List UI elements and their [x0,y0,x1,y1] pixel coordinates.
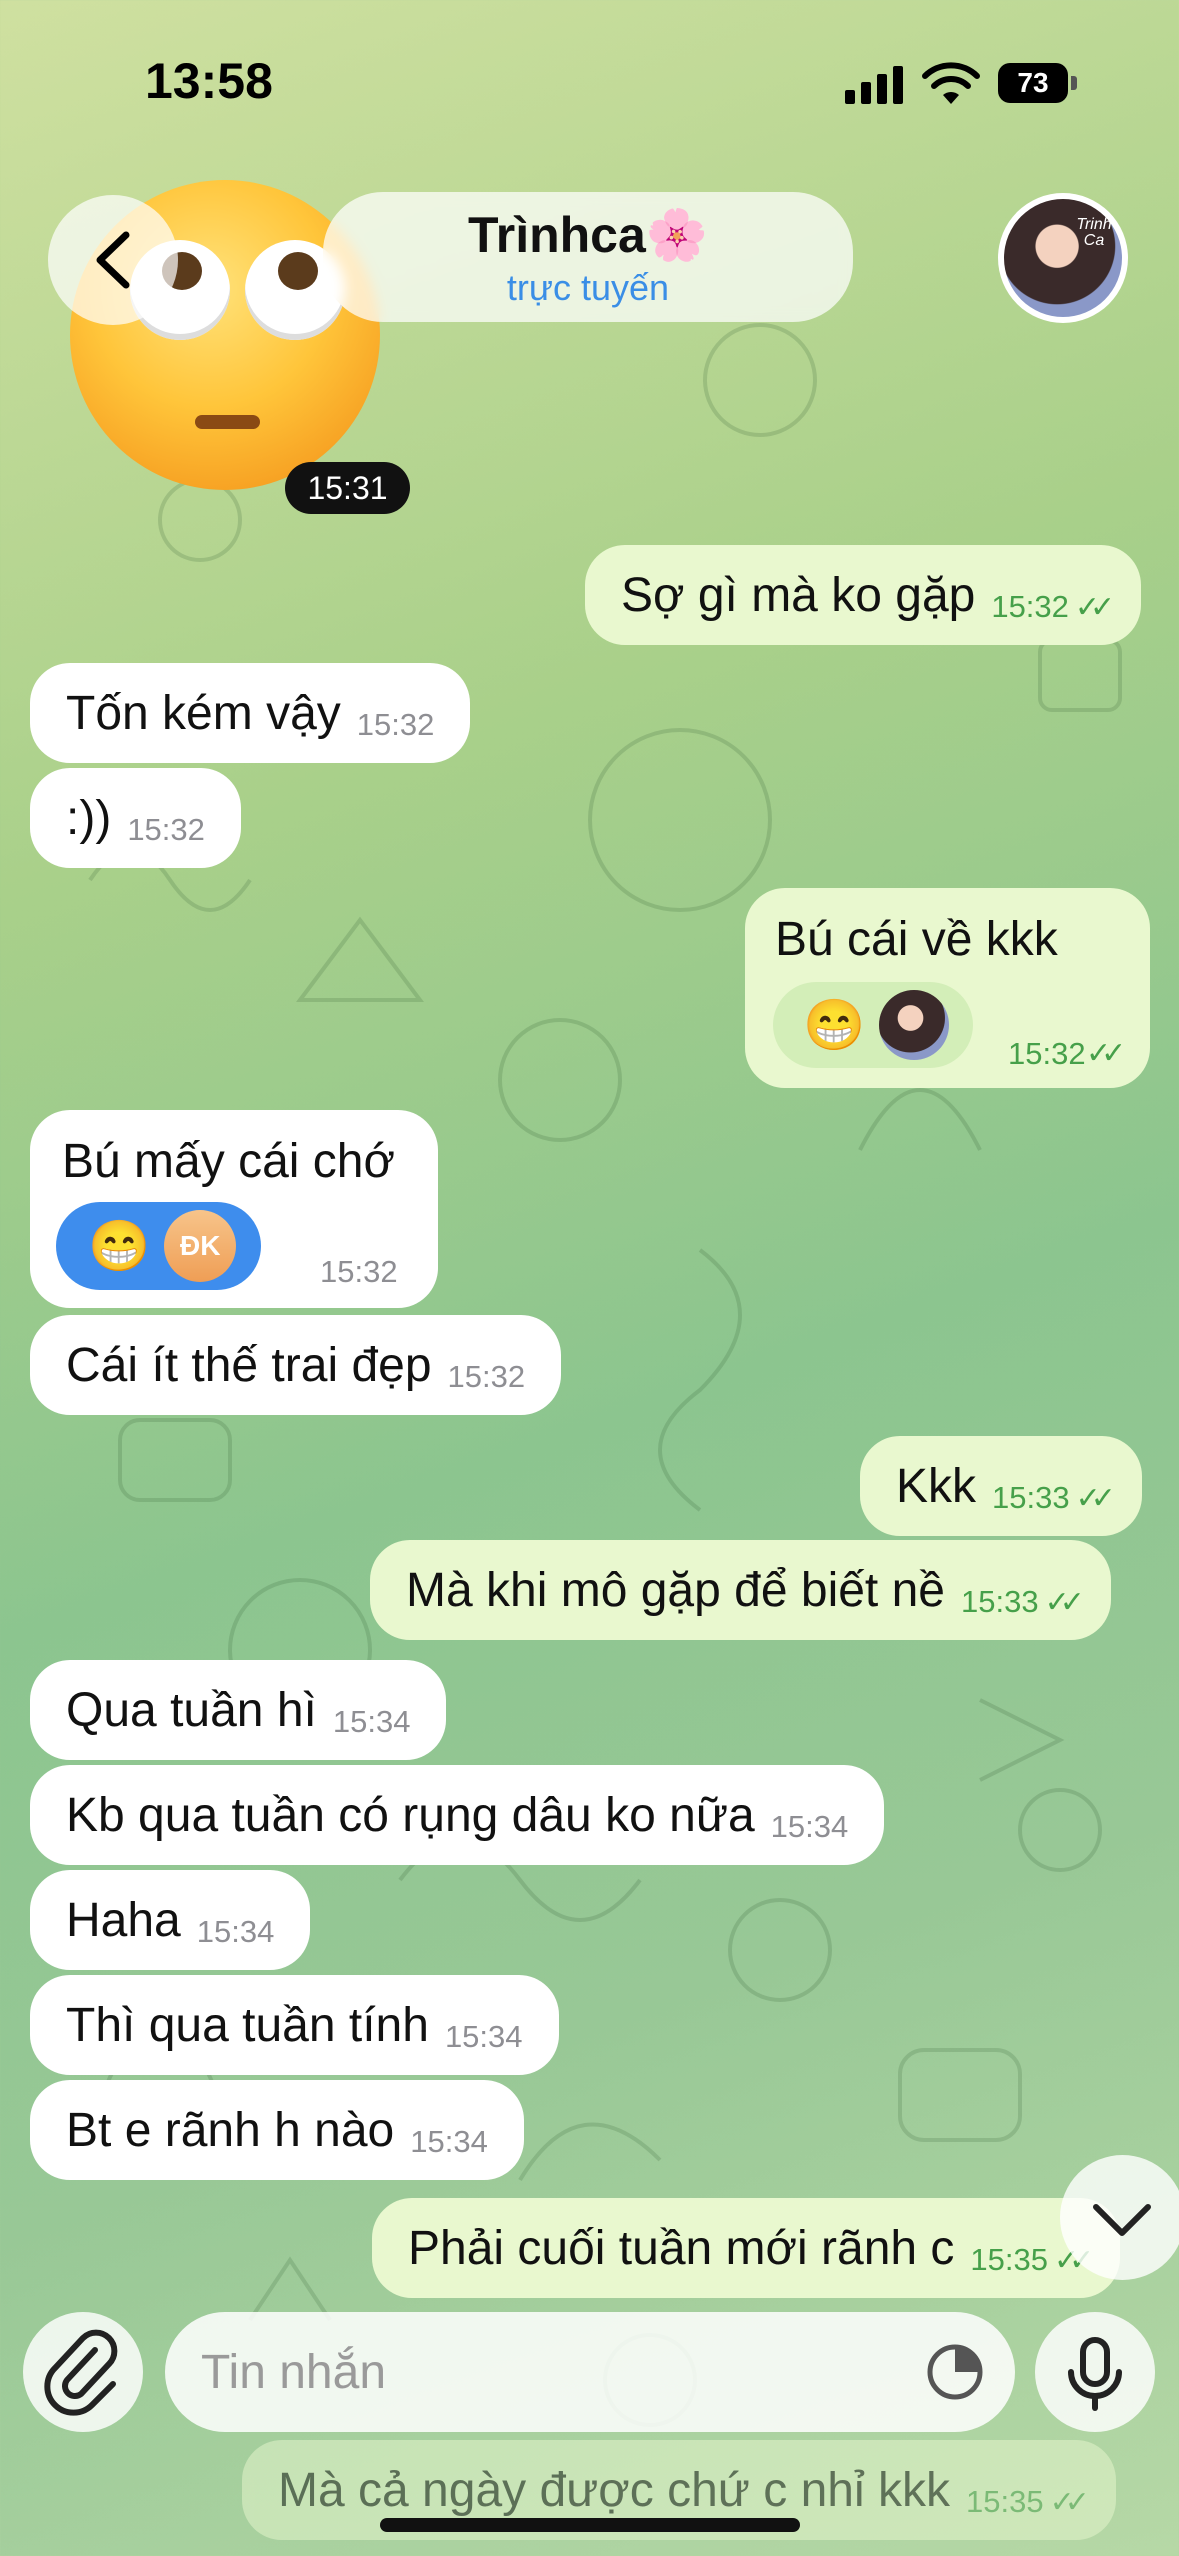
reactor-avatar [879,990,950,1060]
message-time: 15:32 [320,1254,398,1289]
sticker-icon[interactable] [925,2342,985,2402]
message-bubble[interactable]: Cái ít thế trai đẹp 15:32 [30,1315,562,1415]
message-time: 15:34 [196,1914,275,1949]
chat-title-pill[interactable]: Trìnhca🌸 trực tuyến [323,192,853,322]
reaction-emoji: 😁 [803,996,866,1053]
message-time: 15:32 [1008,1036,1086,1071]
message-input-placeholder: Tin nhắn [201,2345,387,2399]
message-text: Cái ít thế trai đẹp [66,1338,432,1392]
message-text: :)) [66,791,112,845]
reactor-avatar: ĐK [164,1210,237,1282]
message-text: Kb qua tuần có rụng dâu ko nữa [66,1788,755,1842]
message-bubble[interactable]: Sợ gì mà ko gặp 15:32 ✓✓ [585,545,1142,645]
reaction-emoji: 😁 [88,1217,151,1274]
message-bubble[interactable]: :)) 15:32 [30,768,241,868]
message-text: Kkk [896,1459,977,1513]
reaction-chip[interactable]: 😁 ĐK [56,1202,261,1290]
message-time: 15:34 [770,1809,849,1844]
voice-message-button[interactable] [1035,2312,1155,2432]
contact-name: Trìnhca🌸 [467,206,709,263]
message-bubble[interactable]: Bú mấy cái chớ 😁 ĐK 15:32 [30,1110,438,1308]
wifi-icon [922,62,980,104]
message-text: Thì qua tuần tính [66,1998,429,2052]
message-text: Haha [66,1893,181,1947]
read-checkmarks-icon: ✓✓ [1075,1481,1116,1515]
status-time: 13:58 [145,53,273,109]
back-button[interactable] [48,195,178,325]
message-time: 15:32 [447,1359,526,1394]
message-text: Bú mấy cái chớ [62,1135,395,1188]
message-text: Tốn kém vậy [66,686,341,740]
message-bubble[interactable]: Haha 15:34 [30,1870,311,1970]
attach-button[interactable] [23,2312,143,2432]
message-time: 15:32 [356,707,435,742]
message-time: 15:34 [444,2019,523,2054]
message-bubble[interactable]: Phải cuối tuần mới rãnh c 15:35 ✓✓ [372,2198,1121,2298]
message-bubble[interactable]: Thì qua tuần tính 15:34 [30,1975,559,2075]
battery-level: 73 [1017,67,1049,98]
message-time: 15:34 [332,1704,411,1739]
message-time: 15:33 [992,1480,1070,1515]
reaction-chip[interactable]: 😁 [773,982,973,1068]
signal-icon [845,64,903,104]
paperclip-icon [44,2329,118,2416]
message-bubble[interactable]: Kkk 15:33 ✓✓ [860,1436,1142,1536]
message-bubble[interactable]: Bt e rãnh h nào 15:34 [30,2080,524,2180]
contact-status: trực tuyến [506,266,670,308]
message-bubble[interactable]: Qua tuần hì 15:34 [30,1660,447,1760]
message-time: 15:35 [970,2242,1048,2277]
read-checkmarks-icon: ✓✓ [1074,590,1115,624]
chevron-left-icon [96,231,130,289]
message-time: 15:34 [410,2124,488,2159]
message-text: Bt e rãnh h nào [66,2103,395,2157]
message-bubble[interactable]: Mà khi mô gặp để biết nề 15:33 ✓✓ [370,1540,1111,1640]
message-text: Phải cuối tuần mới rãnh c [408,2221,955,2275]
message-text: Qua tuần hì [66,1683,317,1737]
message-text: Sợ gì mà ko gặp [621,568,976,622]
message-text: Bú cái về kkk [775,913,1058,966]
message-time: 15:33 [961,1584,1039,1619]
battery-icon: 73 [998,63,1068,103]
avatar-text: Trinh Ca [1076,216,1112,249]
microphone-icon [1068,2337,1122,2411]
chevron-down-icon [1093,2204,1151,2236]
message-time: 15:32 [991,589,1069,624]
message-bubble[interactable]: Kb qua tuần có rụng dâu ko nữa 15:34 [30,1765,885,1865]
home-indicator [380,2518,800,2532]
message-time: 15:32 [127,812,205,847]
scroll-to-bottom-button[interactable] [1060,2155,1179,2280]
message-bubble[interactable]: Tốn kém vậy 15:32 [30,663,471,763]
sticker-time: 15:31 [285,462,410,514]
message-time: 15:35 [966,2484,1044,2519]
read-checkmarks-icon: ✓✓ [1049,2485,1090,2519]
message-text: Mà cả ngày được chứ c nhỉ kkk [278,2463,950,2517]
read-checkmarks-icon: ✓✓ [1044,1585,1085,1619]
read-checkmarks-icon: ✓✓ [1086,1037,1126,1070]
message-bubble[interactable]: Bú cái về kkk 😁 15:32 ✓✓ [745,888,1150,1088]
message-input[interactable]: Tin nhắn [165,2312,1015,2432]
contact-avatar[interactable]: Trinh Ca [998,193,1128,323]
message-text: Mà khi mô gặp để biết nề [406,1563,945,1617]
